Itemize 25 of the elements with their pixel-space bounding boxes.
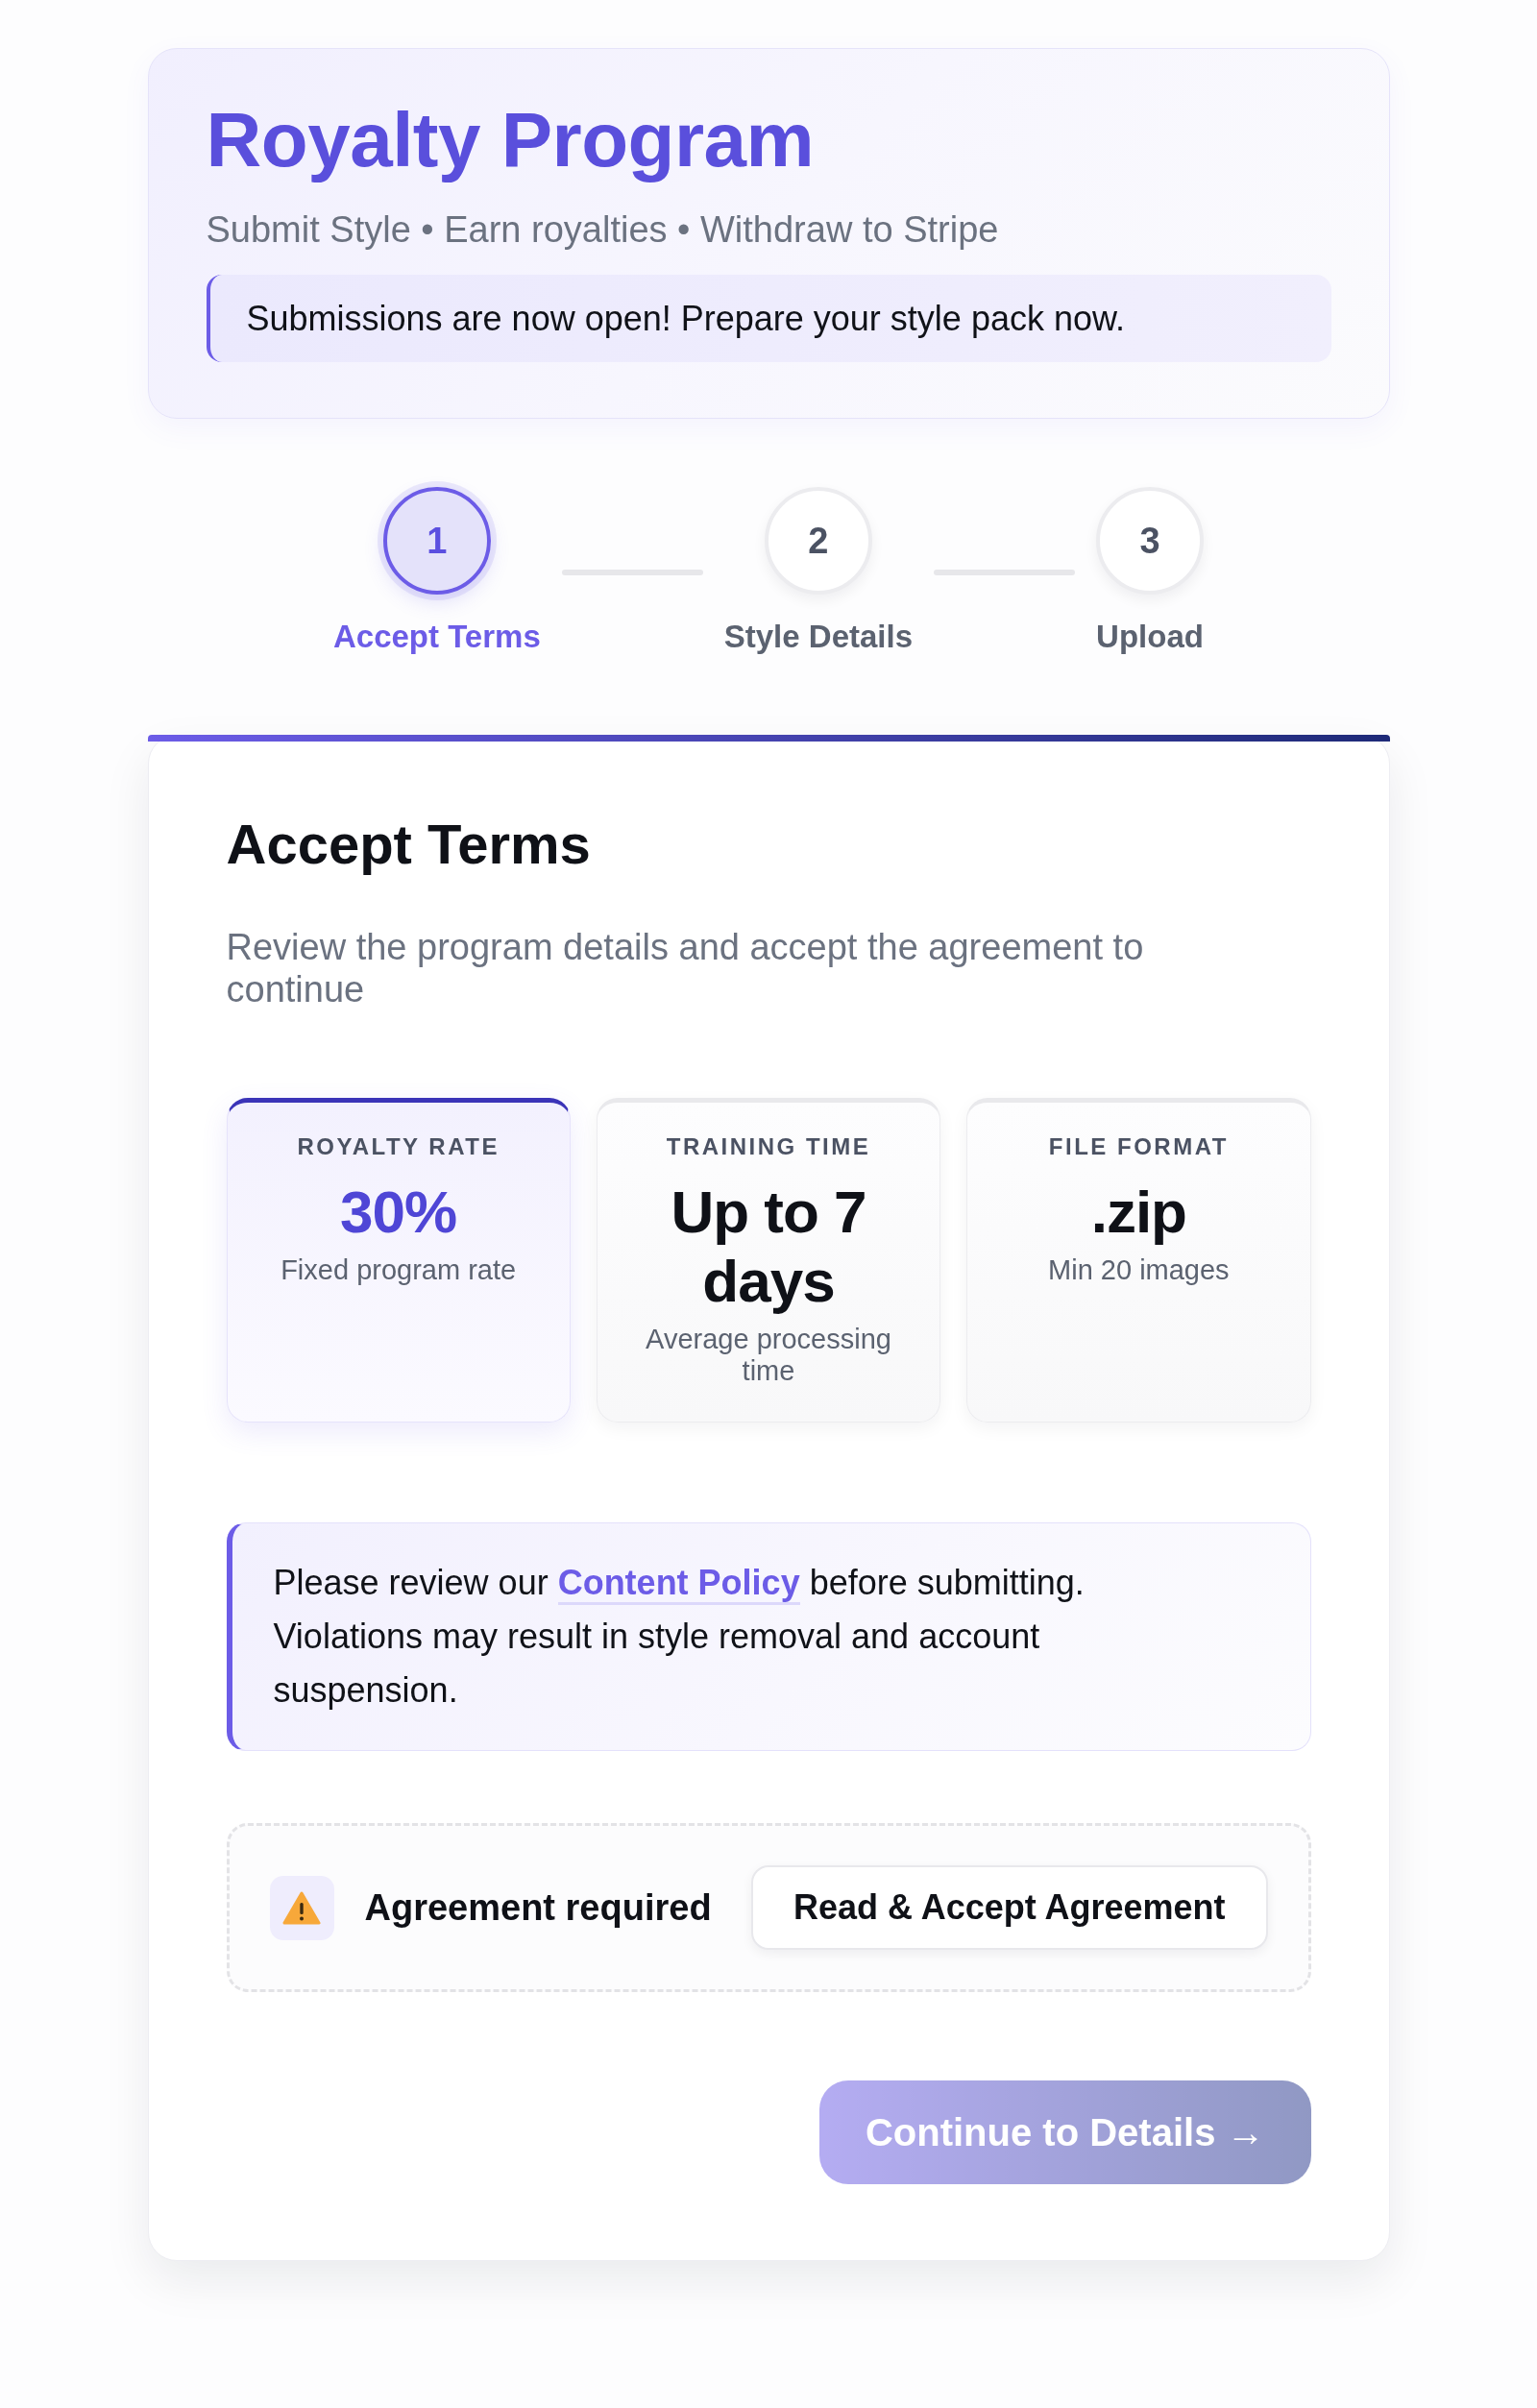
stat-label: TRAINING TIME: [666, 1132, 871, 1161]
stat-note: Min 20 images: [1048, 1254, 1230, 1286]
stat-label: ROYALTY RATE: [297, 1132, 500, 1161]
page-subtitle: Submit Style • Earn royalties • Withdraw to Stripe: [206, 208, 999, 252]
step-number: 1: [382, 487, 491, 595]
step-number: 2: [764, 487, 872, 595]
policy-text: Please review our Content Policy before submitting. Violations may result in style removal and account suspension.: [273, 1562, 1086, 1712]
read-agreement-button[interactable]: Read & Accept Agreement: [751, 1865, 1268, 1950]
section-title: Accept Terms: [226, 813, 591, 876]
warning-icon: [269, 1875, 334, 1940]
notice-banner: Submissions are now open! Prepare your style pack now.: [206, 275, 1331, 362]
stat-value: Up to 7 days: [670, 1178, 867, 1316]
stat-note: Fixed program rate: [281, 1254, 517, 1286]
stat-value: 30%: [340, 1178, 457, 1247]
stat-label: FILE FORMAT: [1048, 1132, 1229, 1161]
stat-value: .zip: [1090, 1178, 1186, 1247]
page-title: Royalty Program: [206, 97, 815, 183]
section-description: Review the program details and accept the agreement to continue: [226, 926, 1145, 1010]
agreement-status: Agreement required: [364, 1886, 712, 1929]
step-label: Accept Terms: [332, 618, 541, 656]
step-label: Upload: [1096, 618, 1204, 656]
step-label: Style Details: [723, 618, 914, 656]
step-number: 3: [1096, 487, 1205, 595]
stat-note: Average processing time: [645, 1324, 892, 1387]
content-policy-link[interactable]: Content Policy: [557, 1563, 800, 1605]
